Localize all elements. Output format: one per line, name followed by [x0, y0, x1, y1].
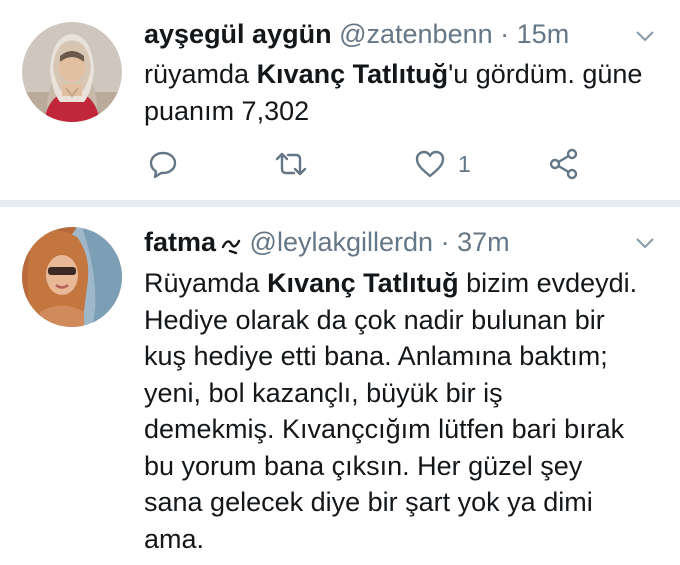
user-handle[interactable]: @leylakgillerdn — [250, 227, 434, 257]
like-count: 1 — [458, 150, 471, 177]
reply-icon[interactable] — [148, 149, 178, 179]
tweet-header: fatma @leylakgillerdn · 37m — [144, 226, 510, 258]
avatar[interactable] — [22, 22, 122, 122]
tweet-text: rüyamda Kıvanç Tatlıtuğ'u gördüm. güne p… — [144, 56, 664, 129]
tweet-line: yeni, bol kazançlı, büyük bir iş — [144, 377, 503, 408]
reply-button[interactable] — [148, 146, 178, 182]
bold-text: Kıvanç Tatlıtuğ — [267, 268, 459, 298]
tweet-1[interactable]: ayşegül aygün @zatenbenn · 15m rüyamda K… — [0, 0, 680, 200]
tweet-line: Hediye olarak da çok nadir bulunan bir — [144, 304, 605, 335]
separator-dot: · — [440, 227, 450, 257]
share-icon[interactable] — [548, 148, 580, 180]
tweet-header: ayşegül aygün @zatenbenn · 15m — [144, 18, 569, 50]
tweet-line: sana gelecek diye bir şart yok ya dimi — [144, 487, 593, 517]
tweet-line: ama. — [144, 523, 205, 554]
tweet-divider — [0, 200, 680, 207]
heart-icon[interactable] — [414, 149, 446, 179]
tweet-line: demekmiş. Kıvançcığım lütfen bari bırak — [144, 414, 625, 444]
tweet-line: puanım 7,302 — [144, 95, 310, 126]
user-handle[interactable]: @zatenbenn — [339, 19, 493, 49]
tweet-line: kuş hediye etti bana. Anlamına baktım; — [144, 341, 608, 371]
tweet-line: Rüyamda Kıvanç Tatlıtuğ bizim evdeydi. — [144, 268, 638, 298]
chevron-down-icon[interactable] — [636, 30, 654, 42]
tweet-line: bu yorum bana çıksın. Her güzel şey — [144, 450, 583, 481]
tweet-line: rüyamda Kıvanç Tatlıtuğ'u gördüm. güne — [144, 59, 643, 89]
timestamp[interactable]: 37m — [457, 227, 510, 257]
tweet-text: Rüyamda Kıvanç Tatlıtuğ bizim evdeydi. H… — [144, 265, 664, 557]
avatar[interactable] — [22, 227, 122, 327]
retweet-button[interactable] — [274, 146, 308, 182]
display-name[interactable]: fatma — [144, 227, 216, 257]
tweet-actions: 1 — [144, 146, 644, 182]
retweet-icon[interactable] — [274, 149, 308, 179]
bold-text: Kıvanç Tatlıtuğ — [256, 59, 449, 89]
chevron-down-icon[interactable] — [636, 237, 654, 249]
timestamp[interactable]: 15m — [517, 19, 570, 49]
scribble-emoji-icon — [221, 239, 241, 255]
like-button[interactable]: 1 — [414, 146, 471, 182]
display-name[interactable]: ayşegül aygün — [144, 19, 332, 49]
share-button[interactable] — [548, 146, 580, 182]
tweet-2[interactable]: fatma @leylakgillerdn · 37m Rüyamda Kıva… — [0, 207, 680, 565]
separator-dot: · — [500, 19, 510, 49]
